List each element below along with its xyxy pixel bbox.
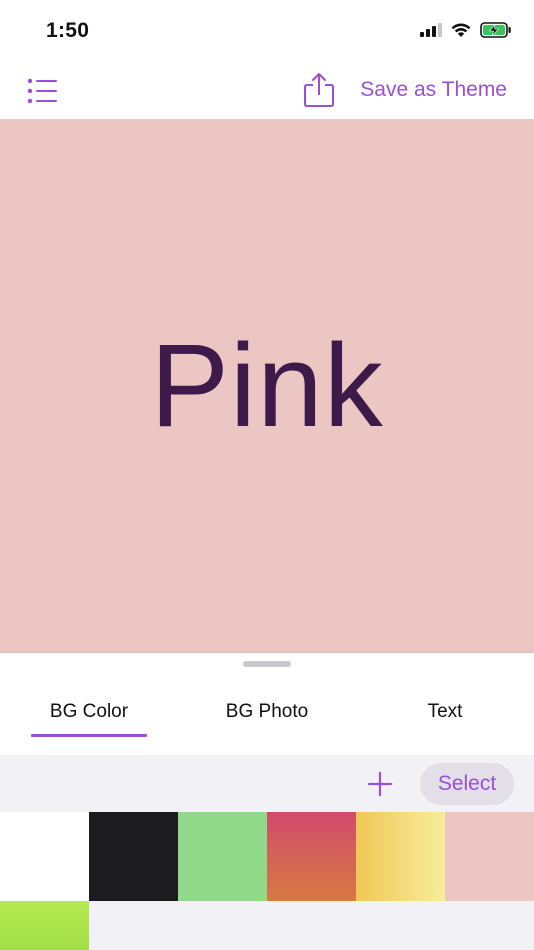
- list-icon[interactable]: [26, 77, 60, 105]
- bottom-sheet: BG Color BG Photo Text Select: [0, 653, 534, 950]
- plus-icon[interactable]: [366, 770, 394, 798]
- swatch-green[interactable]: [178, 812, 267, 901]
- theme-preview: Pink: [0, 119, 534, 653]
- select-button[interactable]: Select: [420, 763, 514, 805]
- swatch-yellow-gradient[interactable]: [356, 812, 445, 901]
- cellular-signal-icon: [420, 23, 442, 42]
- swatch-white[interactable]: [0, 812, 89, 901]
- status-bar: 1:50: [0, 0, 534, 62]
- tab-selected-indicator: [31, 734, 147, 737]
- tab-bar: BG Color BG Photo Text: [0, 693, 534, 739]
- tab-bg-color[interactable]: BG Color: [9, 701, 169, 723]
- wifi-icon: [450, 22, 472, 43]
- preview-text: Pink: [150, 320, 384, 452]
- swatch-lime-gradient[interactable]: [0, 901, 89, 950]
- share-icon[interactable]: [302, 71, 336, 109]
- swatch-toolbar: Select: [0, 755, 534, 812]
- swatch-pink[interactable]: [445, 812, 534, 901]
- swatch-black[interactable]: [89, 812, 178, 901]
- save-as-theme-button[interactable]: Save as Theme: [360, 78, 507, 102]
- sheet-grabber[interactable]: [243, 661, 291, 667]
- nav-bar: Save as Theme: [0, 62, 534, 119]
- status-icons: [420, 22, 512, 43]
- tab-text[interactable]: Text: [365, 701, 525, 723]
- tab-bg-photo[interactable]: BG Photo: [187, 701, 347, 723]
- status-time: 1:50: [46, 19, 90, 42]
- battery-charging-icon: [480, 22, 512, 43]
- swatch-red-orange-gradient[interactable]: [267, 812, 356, 901]
- swatch-grid: [0, 812, 534, 950]
